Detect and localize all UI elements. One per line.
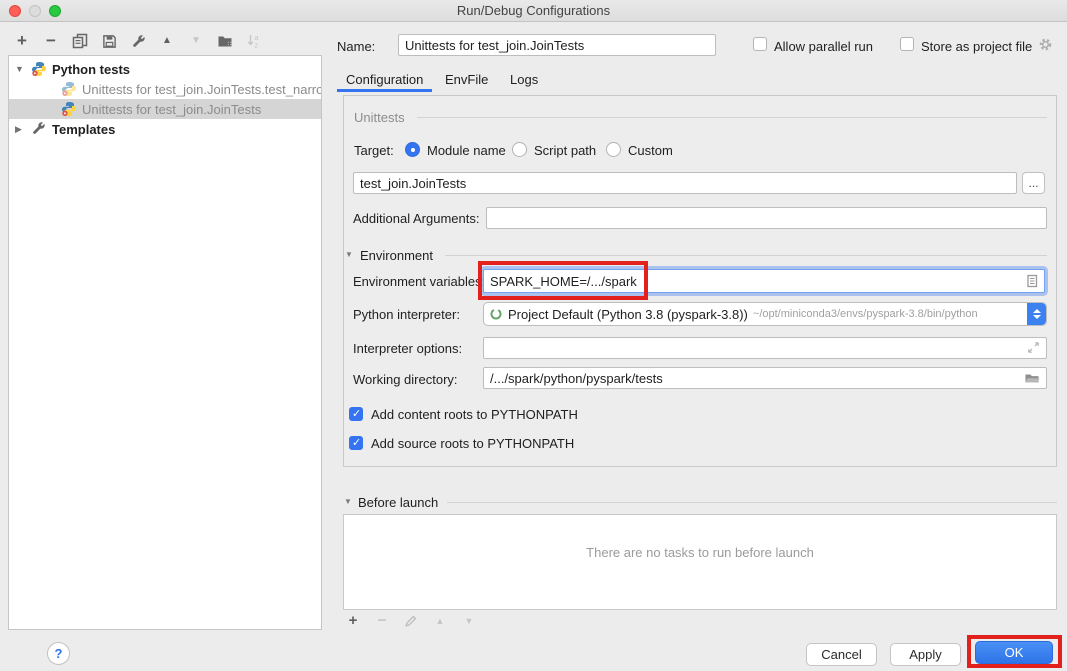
svg-text:a: a xyxy=(255,35,259,42)
section-divider xyxy=(445,255,1047,256)
python-test-icon xyxy=(61,81,77,97)
before-launch-toolbar: + − ▲ ▼ xyxy=(345,612,477,630)
svg-text:z: z xyxy=(255,43,259,50)
environment-section-title: Environment xyxy=(360,248,433,263)
store-options-gear-icon[interactable] xyxy=(1038,37,1054,53)
store-as-project-file-checkbox[interactable] xyxy=(900,37,914,51)
remove-task-icon: − xyxy=(374,613,390,629)
before-launch-empty-message: There are no tasks to run before launch xyxy=(344,545,1056,560)
remove-configuration-icon[interactable]: − xyxy=(43,33,59,49)
python-interpreter-label: Python interpreter: xyxy=(353,307,460,322)
tab-configuration[interactable]: Configuration xyxy=(346,72,423,87)
help-button[interactable]: ? xyxy=(47,642,70,665)
browse-module-button[interactable]: ... xyxy=(1022,172,1045,194)
environment-variables-label: Environment variables: xyxy=(353,274,485,289)
sort-configurations-icon: az xyxy=(246,33,262,49)
expand-triangle-icon[interactable]: ▶ xyxy=(15,124,25,135)
move-task-up-icon: ▲ xyxy=(432,613,448,629)
before-launch-collapse-icon[interactable]: ▼ xyxy=(344,497,352,506)
before-launch-section-title: Before launch xyxy=(358,495,438,510)
tree-item-unittests-test-narrow[interactable]: Unittests for test_join.JoinTests.test_n… xyxy=(9,79,321,99)
move-down-icon: ▼ xyxy=(188,33,204,49)
run-debug-configurations-dialog: Run/Debug Configurations + − ▲ ▼ az ▼ Py xyxy=(0,0,1067,671)
add-source-roots-checkbox[interactable] xyxy=(349,436,363,450)
tab-envfile[interactable]: EnvFile xyxy=(445,72,488,87)
edit-templates-wrench-icon[interactable] xyxy=(130,33,146,49)
python-interpreter-dropdown[interactable]: Project Default (Python 3.8 (pyspark-3.8… xyxy=(483,302,1047,326)
radio-module-name-label: Module name xyxy=(427,143,506,158)
active-tab-indicator xyxy=(337,89,432,92)
environment-variables-input[interactable] xyxy=(483,269,1045,293)
interpreter-options-input[interactable] xyxy=(483,337,1047,359)
working-directory-input[interactable] xyxy=(483,367,1047,389)
collapse-triangle-icon[interactable]: ▼ xyxy=(15,64,25,74)
titlebar: Run/Debug Configurations xyxy=(0,0,1067,22)
zoom-window-button[interactable] xyxy=(49,5,61,17)
add-content-roots-label: Add content roots to PYTHONPATH xyxy=(371,407,578,422)
additional-arguments-label: Additional Arguments: xyxy=(353,211,479,226)
radio-script-path-label: Script path xyxy=(534,143,596,158)
radio-custom[interactable] xyxy=(606,142,621,157)
module-name-input[interactable] xyxy=(353,172,1017,194)
save-configuration-icon[interactable] xyxy=(101,33,117,49)
tree-item-unittests-jointests-selected[interactable]: Unittests for test_join.JoinTests xyxy=(9,99,321,119)
radio-custom-label: Custom xyxy=(628,143,673,158)
python-interpreter-value: Project Default (Python 3.8 (pyspark-3.8… xyxy=(508,307,748,322)
ok-button[interactable]: OK xyxy=(975,641,1053,664)
radio-module-name[interactable] xyxy=(405,142,420,157)
store-as-project-file-label: Store as project file xyxy=(921,39,1032,54)
browse-folder-icon[interactable] xyxy=(1024,370,1040,386)
before-launch-task-list: There are no tasks to run before launch xyxy=(343,514,1057,610)
edit-task-pencil-icon xyxy=(403,613,419,629)
new-folder-icon[interactable] xyxy=(217,33,233,49)
section-divider xyxy=(417,117,1047,118)
environment-variables-browse-icon[interactable] xyxy=(1024,273,1040,289)
configurations-toolbar: + − ▲ ▼ az xyxy=(14,31,262,51)
window-title: Run/Debug Configurations xyxy=(0,0,1067,22)
tree-item-label: Unittests for test_join.JoinTests.test_n… xyxy=(82,82,321,97)
dropdown-stepper-icon[interactable] xyxy=(1027,303,1046,325)
tree-item-templates[interactable]: ▶ Templates xyxy=(9,119,321,139)
tree-item-label: Unittests for test_join.JoinTests xyxy=(82,102,261,117)
add-configuration-icon[interactable]: + xyxy=(14,33,30,49)
python-test-icon xyxy=(61,101,77,117)
python-tests-icon xyxy=(31,61,47,77)
unittests-section-title: Unittests xyxy=(354,110,405,125)
apply-button[interactable]: Apply xyxy=(890,643,961,666)
window-controls xyxy=(9,5,61,17)
environment-collapse-icon[interactable]: ▼ xyxy=(345,250,353,259)
conda-environment-icon xyxy=(489,307,503,321)
allow-parallel-run-label: Allow parallel run xyxy=(774,39,873,54)
close-window-button[interactable] xyxy=(9,5,21,17)
tree-item-label: Python tests xyxy=(52,62,130,77)
configurations-tree: ▼ Python tests Unittests for test_join.J… xyxy=(8,55,322,630)
section-divider xyxy=(447,502,1057,503)
tab-logs[interactable]: Logs xyxy=(510,72,538,87)
target-label: Target: xyxy=(354,143,394,158)
copy-configuration-icon[interactable] xyxy=(72,33,88,49)
radio-script-path[interactable] xyxy=(512,142,527,157)
add-content-roots-checkbox[interactable] xyxy=(349,407,363,421)
name-input[interactable] xyxy=(398,34,716,56)
move-up-icon[interactable]: ▲ xyxy=(159,33,175,49)
working-directory-label: Working directory: xyxy=(353,372,458,387)
add-source-roots-label: Add source roots to PYTHONPATH xyxy=(371,436,574,451)
minimize-window-button[interactable] xyxy=(29,5,41,17)
move-task-down-icon: ▼ xyxy=(461,613,477,629)
tree-item-label: Templates xyxy=(52,122,115,137)
expand-field-icon[interactable] xyxy=(1026,340,1042,356)
interpreter-options-label: Interpreter options: xyxy=(353,341,462,356)
tree-item-python-tests[interactable]: ▼ Python tests xyxy=(9,59,321,79)
name-label: Name: xyxy=(337,39,375,54)
python-interpreter-path: ~/opt/miniconda3/envs/pyspark-3.8/bin/py… xyxy=(753,308,978,320)
allow-parallel-run-checkbox[interactable] xyxy=(753,37,767,51)
add-task-icon[interactable]: + xyxy=(345,613,361,629)
cancel-button[interactable]: Cancel xyxy=(806,643,877,666)
additional-arguments-input[interactable] xyxy=(486,207,1047,229)
templates-wrench-icon xyxy=(31,121,47,137)
